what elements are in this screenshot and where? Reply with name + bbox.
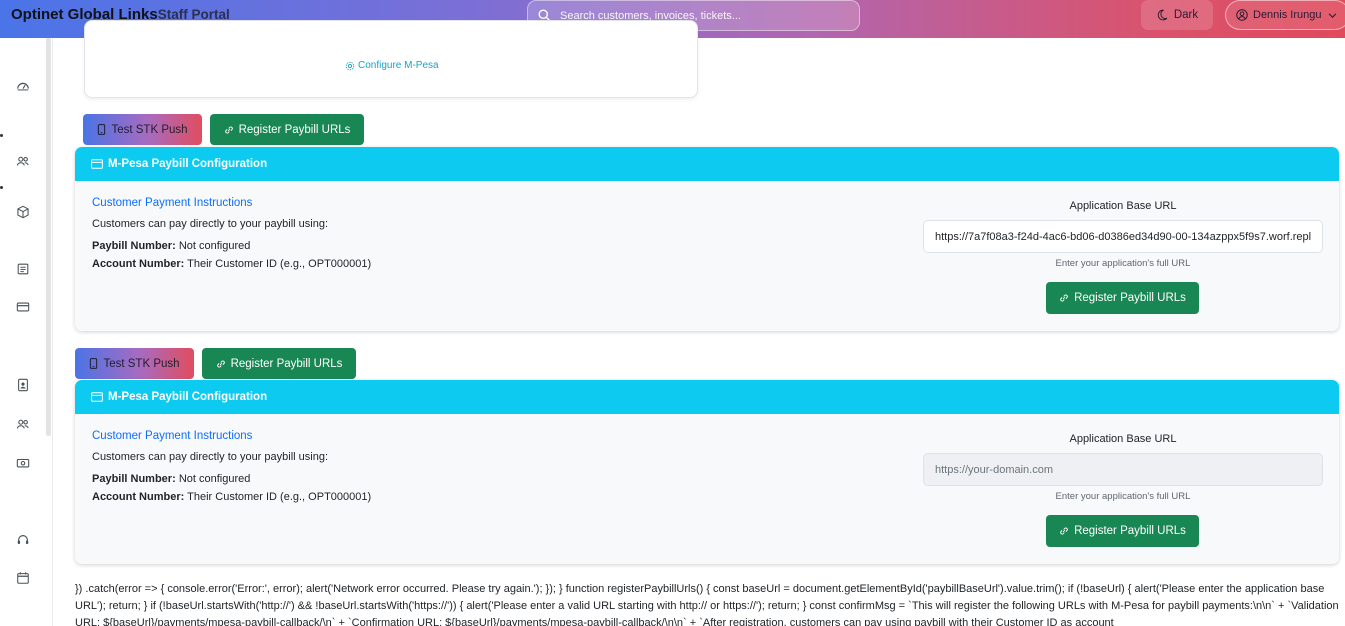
base-url-label: Application Base URL [1069,200,1177,212]
credit-card-icon [91,392,103,402]
headset-icon[interactable] [16,533,30,547]
gear-icon [345,61,355,70]
panel-title: M-Pesa Paybill Configuration [108,391,268,403]
instructions-intro: Customers can pay directly to your paybi… [92,218,328,230]
register-paybill-urls-label: Register Paybill URLs [238,123,351,136]
account-number-value: Their Customer ID (e.g., OPT000001) [187,258,372,270]
paybill-config-panel: M-Pesa Paybill Configuration Customer Pa… [75,380,1339,564]
mpesa-status-card: Configure M-Pesa [84,20,698,98]
instructions-intro: Customers can pay directly to your paybi… [92,451,328,463]
credit-card-icon[interactable] [16,300,30,314]
panel-header: M-Pesa Paybill Configuration [75,147,1339,181]
test-stk-push-button[interactable]: Test STK Push [83,114,202,145]
chevron-down-icon [1328,12,1336,18]
account-number-row: Account Number: Their Customer ID (e.g.,… [92,258,371,270]
panel-register-paybill-label: Register Paybill URLs [1074,292,1186,304]
user-name: Dennis Irungu [1253,9,1322,21]
account-number-label: Account Number: [92,258,185,270]
raw-script-text: }) .catch(error => { console.error('Erro… [75,583,1339,626]
base-url-hint: Enter your application's full URL [1055,258,1191,269]
users-icon[interactable] [16,154,30,168]
paybill-number-value: Not configured [178,473,251,485]
panel-register-paybill-button[interactable]: Register Paybill URLs [1046,282,1199,314]
account-number-label: Account Number: [92,491,185,503]
theme-toggle-button[interactable]: Dark [1141,0,1213,30]
user-menu-button[interactable]: Dennis Irungu [1225,0,1345,30]
theme-toggle-label: Dark [1173,9,1199,21]
calendar-icon[interactable] [16,571,30,585]
paybill-config-panel: M-Pesa Paybill Configuration Customer Pa… [75,147,1339,331]
account-number-value: Their Customer ID (e.g., OPT000001) [187,491,372,503]
instructions-title: Customer Payment Instructions [92,430,253,442]
team-icon[interactable] [16,417,30,431]
panel-title: M-Pesa Paybill Configuration [108,158,268,170]
panel-register-paybill-label: Register Paybill URLs [1074,525,1186,537]
account-number-row: Account Number: Their Customer ID (e.g.,… [92,491,371,503]
panel-register-paybill-button[interactable]: Register Paybill URLs [1046,515,1199,547]
base-url-hint: Enter your application's full URL [1055,491,1191,502]
paybill-number-value: Not configured [178,240,251,252]
moon-icon [1157,9,1168,21]
paybill-number-row: Paybill Number: Not configured [92,473,250,485]
id-badge-icon[interactable] [16,378,30,392]
box-icon[interactable] [16,205,30,219]
register-paybill-urls-button[interactable]: Register Paybill URLs [210,114,364,145]
paybill-number-label: Paybill Number: [92,473,176,485]
test-stk-push-label: Test STK Push [111,123,188,136]
base-url-input[interactable] [923,220,1323,253]
base-url-input[interactable] [923,453,1323,486]
configure-mpesa-link[interactable]: Configure M-Pesa [345,60,439,71]
credit-card-icon [91,159,103,169]
phone-icon [98,124,106,135]
panel-header: M-Pesa Paybill Configuration [75,380,1339,414]
phone-icon [90,358,98,369]
base-url-label: Application Base URL [1069,433,1177,445]
test-stk-push-label: Test STK Push [103,357,180,370]
link-icon [216,360,225,367]
receipt-icon[interactable] [16,262,30,276]
user-circle-icon [1236,9,1248,21]
link-icon [1060,294,1068,302]
link-icon [1060,527,1068,535]
paybill-number-row: Paybill Number: Not configured [92,240,250,252]
sidebar-marker [0,186,3,189]
instructions-title: Customer Payment Instructions [92,197,253,209]
speedometer-icon[interactable] [16,79,30,93]
configure-mpesa-label: Configure M-Pesa [358,60,439,71]
paybill-number-label: Paybill Number: [92,240,176,252]
register-paybill-urls-label: Register Paybill URLs [230,357,343,370]
sidebar [0,38,53,626]
test-stk-push-button[interactable]: Test STK Push [75,348,194,379]
register-paybill-urls-button[interactable]: Register Paybill URLs [202,348,356,379]
link-icon [224,126,233,133]
sidebar-marker [0,134,3,137]
cash-icon[interactable] [16,456,30,470]
sidebar-scrollbar[interactable] [46,38,51,436]
